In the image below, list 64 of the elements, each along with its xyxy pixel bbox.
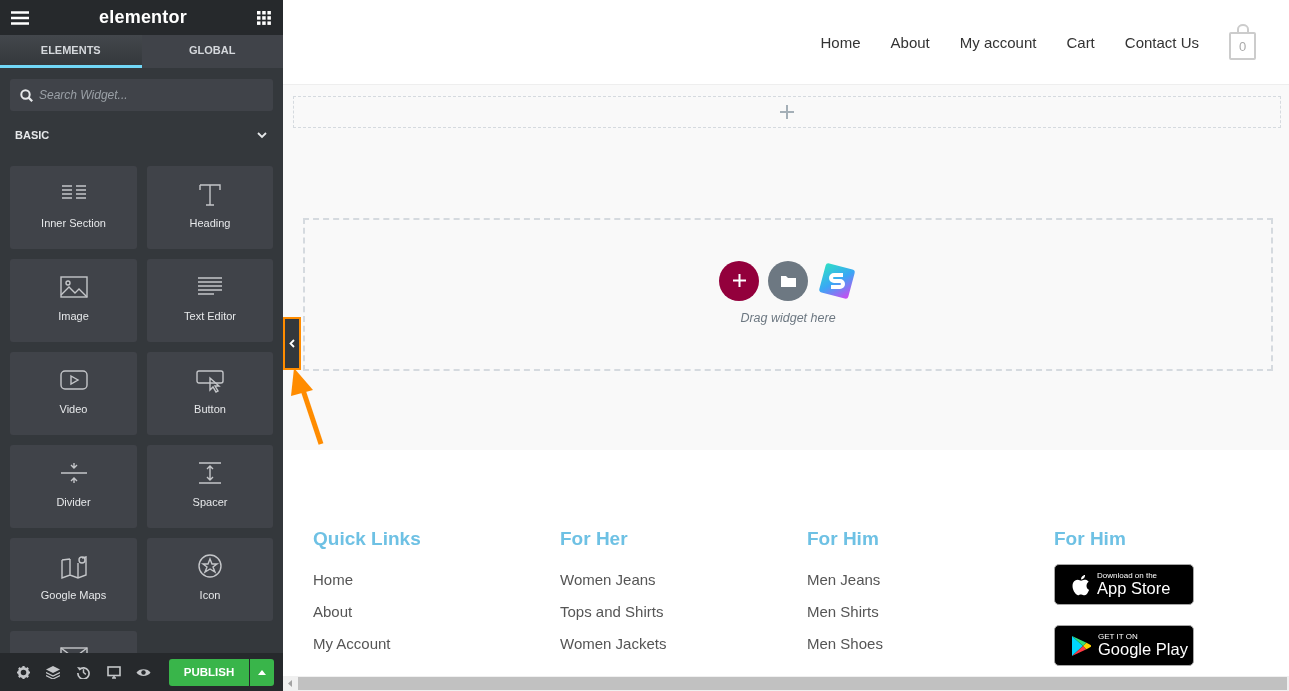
widget-tile[interactable]: Icon bbox=[147, 538, 273, 621]
nav-link[interactable]: Contact Us bbox=[1124, 33, 1199, 51]
footer-link[interactable]: Women Jeans bbox=[560, 564, 656, 596]
nav-link[interactable]: Home bbox=[820, 33, 861, 51]
chevron-left-icon bbox=[289, 339, 295, 348]
add-section-button[interactable] bbox=[719, 260, 759, 301]
panel-tab[interactable]: ELEMENTS bbox=[0, 35, 142, 68]
bag-handle-icon bbox=[1236, 24, 1249, 32]
widget-tile[interactable]: Google Maps bbox=[10, 538, 137, 621]
footer-heading: For Him bbox=[1054, 528, 1126, 550]
drop-hint: Drag widget here bbox=[740, 310, 836, 325]
settings-icon[interactable] bbox=[16, 665, 30, 679]
plus-icon bbox=[732, 274, 746, 287]
eye-icon[interactable] bbox=[136, 666, 152, 678]
footer-heading: For Her bbox=[560, 528, 628, 550]
widget-tile[interactable]: Heading bbox=[147, 166, 273, 249]
nav-link[interactable]: About bbox=[890, 33, 930, 51]
nav-link[interactable]: Cart bbox=[1066, 33, 1095, 51]
apps-grid-icon[interactable] bbox=[257, 10, 271, 25]
folder-icon bbox=[780, 274, 796, 287]
footer-link[interactable]: My Account bbox=[313, 628, 391, 660]
footer-link[interactable]: Men Shoes bbox=[807, 628, 883, 660]
widget-tile[interactable]: Image bbox=[10, 259, 137, 342]
panel-tab[interactable]: GLOBAL bbox=[141, 35, 283, 68]
caret-icon bbox=[258, 669, 266, 675]
widget-tile[interactable]: Inner Section bbox=[10, 166, 137, 249]
widget-tile[interactable]: Video bbox=[10, 352, 137, 435]
widget-icon bbox=[196, 368, 224, 394]
play-triangle-icon bbox=[1071, 634, 1091, 657]
footer-link[interactable]: Tops and Shirts bbox=[560, 596, 664, 628]
widget-tile[interactable]: Divider bbox=[10, 445, 137, 528]
widget-icon bbox=[196, 554, 224, 580]
template-library-button[interactable] bbox=[768, 260, 808, 301]
search-icon bbox=[20, 89, 33, 102]
widget-tile[interactable]: Text Editor bbox=[147, 259, 273, 342]
history-icon[interactable] bbox=[77, 665, 90, 679]
publish-options-button[interactable] bbox=[249, 658, 274, 686]
widget-icon bbox=[59, 275, 88, 301]
app-store-badge[interactable]: Download on the App Store bbox=[1054, 564, 1194, 605]
widget-icon bbox=[196, 182, 224, 208]
drop-zone[interactable]: Drag widget here bbox=[303, 218, 1273, 371]
widget-icon bbox=[59, 554, 88, 580]
layers-icon[interactable] bbox=[46, 665, 61, 679]
collapse-panel-handle[interactable] bbox=[283, 317, 301, 370]
search-field[interactable]: Search Widget... bbox=[10, 79, 273, 111]
footer-heading: Quick Links bbox=[313, 528, 421, 550]
elementor-logo: elementor bbox=[99, 7, 187, 28]
apple-icon bbox=[1071, 573, 1090, 596]
footer-link[interactable]: Home bbox=[313, 564, 353, 596]
widget-icon bbox=[196, 461, 224, 487]
footer-link[interactable]: About bbox=[313, 596, 353, 628]
plus-icon bbox=[780, 105, 794, 119]
nav-link[interactable]: My account bbox=[959, 33, 1037, 51]
chevron-icon[interactable] bbox=[257, 130, 267, 140]
footer-link[interactable]: Women Jackets bbox=[560, 628, 667, 660]
widget-tile[interactable]: Button bbox=[147, 352, 273, 435]
footer-link[interactable]: Men Jeans bbox=[807, 564, 881, 596]
widget-tile[interactable]: Spacer bbox=[147, 445, 273, 528]
footer-heading: For Him bbox=[807, 528, 879, 550]
monitor-icon[interactable] bbox=[106, 665, 121, 679]
category-title: BASIC bbox=[15, 129, 50, 141]
google-play-badge[interactable]: GET IT ON Google Play bbox=[1054, 625, 1194, 666]
footer-link[interactable]: Men Shirts bbox=[807, 596, 879, 628]
menu-icon[interactable] bbox=[11, 10, 29, 25]
